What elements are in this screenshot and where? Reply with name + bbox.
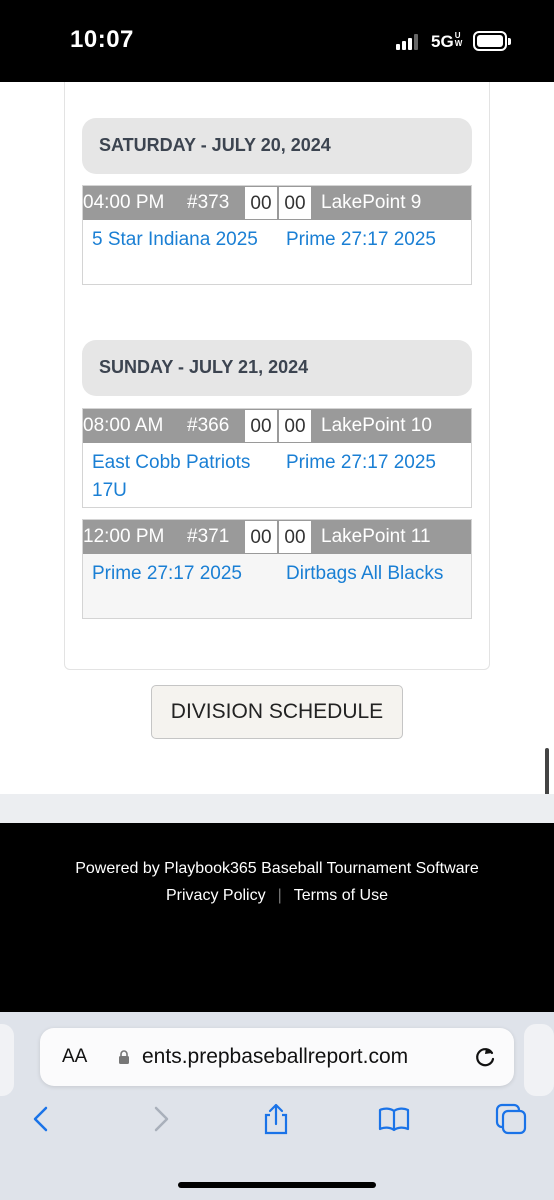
next-tab-preview[interactable] [524,1024,554,1096]
game-number: #366 [187,415,230,436]
game-header: 08:00 AM #366 00 00 LakePoint 10 [83,409,471,443]
terms-of-use-link[interactable]: Terms of Use [294,887,388,904]
game-header: 04:00 PM #373 00 00 LakePoint 9 [83,186,471,220]
score-away: 00 [278,409,312,443]
status-bar: 10:07 5GUW [0,0,554,82]
game-teams: East Cobb Patriots 17U Prime 27:17 2025 [83,443,471,507]
tabs-icon[interactable] [494,1102,528,1136]
previous-tab-preview[interactable] [0,1024,14,1096]
reader-settings-button[interactable]: AA [62,1046,87,1068]
field-name: LakePoint 10 [321,415,432,436]
division-schedule-button[interactable]: DIVISION SCHEDULE [151,685,403,739]
game-teams: Prime 27:17 2025 Dirtbags All Blacks [83,554,471,618]
browser-toolbar: AA ents.prepbaseballreport.com [0,1012,554,1200]
status-time: 10:07 [70,26,134,53]
day-header-saturday: SATURDAY - JULY 20, 2024 [82,118,472,174]
lock-icon [119,1050,129,1064]
field-name: LakePoint 11 [321,526,431,547]
powered-by-text: Powered by Playbook365 Baseball Tourname… [75,860,479,877]
game-row: 08:00 AM #366 00 00 LakePoint 10 East Co… [82,408,472,508]
forward-icon[interactable] [144,1102,178,1136]
battery-icon [473,31,511,51]
game-teams: 5 Star Indiana 2025 Prime 27:17 2025 [83,220,471,284]
day-header-sunday: SUNDAY - JULY 21, 2024 [82,340,472,396]
back-icon[interactable] [24,1102,58,1136]
team-link[interactable]: East Cobb Patriots 17U [92,449,272,505]
game-row: 12:00 PM #371 00 00 LakePoint 11 Prime 2… [82,519,472,619]
bookmarks-icon[interactable] [377,1102,411,1136]
game-row: 04:00 PM #373 00 00 LakePoint 9 5 Star I… [82,185,472,285]
page-divider [0,794,554,824]
team-link[interactable]: 5 Star Indiana 2025 [92,226,272,254]
home-indicator[interactable] [178,1182,376,1188]
game-time: 12:00 PM [83,526,165,547]
footer: Powered by Playbook365 Baseball Tourname… [0,823,554,1013]
field-name: LakePoint 9 [321,192,422,213]
game-header: 12:00 PM #371 00 00 LakePoint 11 [83,520,471,554]
team-link[interactable]: Dirtbags All Blacks [286,560,471,588]
privacy-policy-link[interactable]: Privacy Policy [166,887,266,904]
team-link[interactable]: Prime 27:17 2025 [286,226,471,254]
score-home: 00 [244,520,278,554]
game-number: #371 [187,526,230,547]
network-indicator: 5GUW [431,31,463,52]
game-time: 04:00 PM [83,192,165,213]
game-number: #373 [187,192,230,213]
score-away: 00 [278,186,312,220]
url-text[interactable]: ents.prepbaseballreport.com [142,1045,408,1069]
team-link[interactable]: Prime 27:17 2025 [286,449,471,477]
score-home: 00 [244,409,278,443]
footer-links: Privacy Policy | Terms of Use [0,887,554,905]
footer-separator: | [277,887,282,904]
share-icon[interactable] [259,1102,293,1136]
score-away: 00 [278,520,312,554]
team-link[interactable]: Prime 27:17 2025 [92,560,272,588]
signal-icon [396,34,420,50]
score-home: 00 [244,186,278,220]
reload-icon[interactable] [472,1044,498,1070]
game-time: 08:00 AM [83,415,164,436]
address-bar[interactable]: AA ents.prepbaseballreport.com [40,1028,514,1086]
